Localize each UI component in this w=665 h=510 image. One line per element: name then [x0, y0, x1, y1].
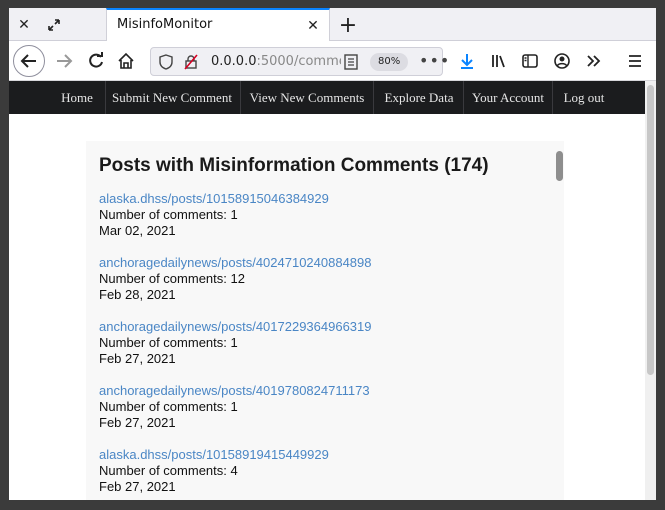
tab-strip: ✕ MisinfoMonitor ✕ +: [9, 8, 656, 41]
reload-button[interactable]: [81, 46, 111, 76]
posts-card: Posts with Misinformation Comments (174)…: [86, 141, 564, 500]
back-button[interactable]: [13, 45, 45, 77]
post-link[interactable]: alaska.dhss/posts/10158915046384929: [99, 191, 329, 207]
forward-button[interactable]: [49, 46, 79, 76]
post-link[interactable]: alaska.dhss/posts/10158919415449929: [99, 447, 329, 463]
list-item: anchoragedailynews/posts/401978082471117…: [99, 383, 370, 431]
list-item: alaska.dhss/posts/10158919415449929 Numb…: [99, 447, 329, 495]
insecure-lock-icon[interactable]: [183, 54, 199, 74]
zoom-level-button[interactable]: 80%: [370, 53, 409, 71]
post-date: Feb 27, 2021: [99, 479, 176, 494]
page-title: Posts with Misinformation Comments (174): [99, 155, 489, 176]
nav-your-account[interactable]: Your Account: [465, 81, 551, 114]
page-content: Posts with Misinformation Comments (174)…: [9, 114, 645, 500]
account-icon[interactable]: [547, 46, 577, 76]
nav-divider: [105, 81, 106, 114]
tab-close-icon[interactable]: ✕: [303, 16, 323, 36]
url-text[interactable]: 0.0.0.0:5000/commen: [211, 54, 341, 69]
home-button[interactable]: [111, 46, 141, 76]
reader-mode-icon[interactable]: [344, 54, 358, 74]
comment-count: Number of comments: 1: [99, 207, 238, 222]
address-bar[interactable]: 0.0.0.0:5000/commen 80% •••: [150, 47, 449, 76]
list-item: anchoragedailynews/posts/401722936496631…: [99, 319, 372, 367]
post-link[interactable]: anchoragedailynews/posts/401722936496631…: [99, 319, 372, 335]
page-actions-icon[interactable]: •••: [419, 51, 450, 70]
nav-explore-data[interactable]: Explore Data: [375, 81, 463, 114]
post-link[interactable]: anchoragedailynews/posts/402471024088489…: [99, 255, 372, 271]
new-tab-icon[interactable]: +: [335, 12, 361, 38]
comment-count: Number of comments: 1: [99, 335, 238, 350]
tab-title: MisinfoMonitor: [117, 17, 213, 32]
sidebar-icon[interactable]: [515, 46, 545, 76]
post-link[interactable]: anchoragedailynews/posts/401978082471117…: [99, 383, 370, 399]
nav-view-new-comments[interactable]: View New Comments: [242, 81, 372, 114]
nav-divider: [463, 81, 464, 114]
list-item: anchoragedailynews/posts/402471024088489…: [99, 255, 372, 303]
nav-divider: [373, 81, 374, 114]
nav-divider: [552, 81, 553, 114]
navigation-toolbar: 0.0.0.0:5000/commen 80% •••: [9, 41, 656, 81]
post-date: Feb 27, 2021: [99, 415, 176, 430]
post-date: Mar 02, 2021: [99, 223, 176, 238]
download-icon[interactable]: [452, 46, 482, 76]
comment-count: Number of comments: 1: [99, 399, 238, 414]
nav-home[interactable]: Home: [51, 81, 103, 114]
library-icon[interactable]: [484, 46, 514, 76]
url-path: :5000/commen: [256, 54, 341, 69]
comment-count: Number of comments: 4: [99, 463, 238, 478]
close-window-icon[interactable]: ✕: [13, 14, 35, 36]
comment-count: Number of comments: 12: [99, 271, 245, 286]
page-scrollbar-thumb[interactable]: [647, 85, 654, 375]
nav-log-out[interactable]: Log out: [554, 81, 614, 114]
shield-icon[interactable]: [159, 54, 173, 74]
browser-window: ✕ MisinfoMonitor ✕ + 0.0.0.0:5000/comm 8…: [9, 8, 656, 500]
restore-window-icon[interactable]: [43, 14, 65, 36]
url-host: 0.0.0.0: [211, 54, 257, 69]
post-date: Feb 27, 2021: [99, 351, 176, 366]
hamburger-menu-icon[interactable]: [620, 46, 650, 76]
tab-misinfomonitor[interactable]: MisinfoMonitor ✕: [106, 8, 330, 41]
site-navbar: Home Submit New Comment View New Comment…: [9, 81, 656, 114]
nav-submit-new-comment[interactable]: Submit New Comment: [107, 81, 237, 114]
overflow-chevron-icon[interactable]: [579, 46, 609, 76]
list-item: alaska.dhss/posts/10158915046384929 Numb…: [99, 191, 329, 239]
page-scrollbar[interactable]: [645, 81, 656, 500]
card-scrollbar-thumb[interactable]: [556, 151, 563, 181]
nav-divider: [240, 81, 241, 114]
post-date: Feb 28, 2021: [99, 287, 176, 302]
